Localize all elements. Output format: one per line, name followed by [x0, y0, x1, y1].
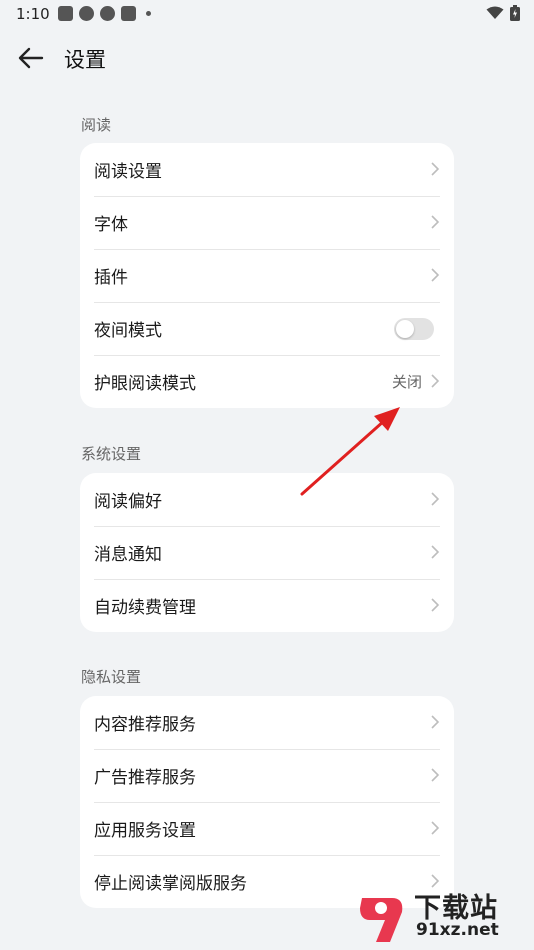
row-label: 插件 [94, 268, 128, 288]
auto-renewal-row[interactable]: 自动续费管理 [80, 579, 454, 632]
night-mode-toggle[interactable] [394, 318, 434, 340]
status-time: 1:10 [16, 5, 50, 23]
row-label: 护眼阅读模式 [94, 374, 196, 394]
chevron-right-icon [431, 715, 440, 729]
row-label: 夜间模式 [94, 321, 162, 341]
chevron-right-icon [431, 821, 440, 835]
notification-app-icon [121, 6, 136, 21]
font-row[interactable]: 字体 [80, 196, 454, 249]
night-mode-row: 夜间模式 [80, 302, 454, 355]
settings-card-privacy: 内容推荐服务 广告推荐服务 应用服务设置 停止阅读掌阅版服务 [80, 696, 454, 908]
notifications-row[interactable]: 消息通知 [80, 526, 454, 579]
notification-icons [58, 6, 151, 21]
row-label: 阅读设置 [94, 162, 162, 182]
site-watermark: 下载站 91xz.net [352, 884, 532, 948]
settings-card-system: 阅读偏好 消息通知 自动续费管理 [80, 473, 454, 632]
chevron-right-icon [431, 215, 440, 229]
row-label: 广告推荐服务 [94, 768, 196, 788]
section-label-system: 系统设置 [81, 445, 142, 463]
chevron-right-icon [431, 545, 440, 559]
chevron-right-icon [431, 598, 440, 612]
page-title: 设置 [64, 48, 106, 72]
app-service-settings-row[interactable]: 应用服务设置 [80, 802, 454, 855]
wifi-icon [486, 6, 504, 19]
settings-card-reading: 阅读设置 字体 插件 夜间模式 护眼阅读模式 关闭 [80, 143, 454, 408]
app-header: 设置 [0, 38, 534, 78]
notification-pinwheel-icon [100, 6, 115, 21]
row-label: 消息通知 [94, 545, 162, 565]
row-label: 字体 [94, 215, 128, 235]
notification-pinwheel-icon [79, 6, 94, 21]
chevron-right-icon [431, 162, 440, 176]
reading-settings-row[interactable]: 阅读设置 [80, 143, 454, 196]
chevron-right-icon [431, 374, 440, 388]
toggle-knob [396, 320, 414, 338]
plugins-row[interactable]: 插件 [80, 249, 454, 302]
watermark-logo-icon [360, 898, 403, 942]
row-label: 应用服务设置 [94, 821, 196, 841]
eye-protection-status: 关闭 [391, 373, 422, 391]
row-label: 阅读偏好 [94, 492, 162, 512]
ad-recommendation-row[interactable]: 广告推荐服务 [80, 749, 454, 802]
content-recommendation-row[interactable]: 内容推荐服务 [80, 696, 454, 749]
reading-preferences-row[interactable]: 阅读偏好 [80, 473, 454, 526]
chevron-right-icon [431, 768, 440, 782]
section-label-reading: 阅读 [81, 116, 112, 134]
row-label: 停止阅读掌阅版服务 [94, 874, 247, 894]
chevron-right-icon [431, 492, 440, 506]
notification-app-icon [58, 6, 73, 21]
more-notifications-dot-icon [146, 11, 151, 16]
system-icons [486, 5, 520, 21]
row-label: 自动续费管理 [94, 598, 196, 618]
back-arrow-icon[interactable] [16, 44, 46, 72]
battery-icon [510, 5, 520, 21]
status-bar: 1:10 [0, 0, 534, 28]
chevron-right-icon [431, 268, 440, 282]
eye-protection-mode-row[interactable]: 护眼阅读模式 关闭 [80, 355, 454, 408]
row-label: 内容推荐服务 [94, 715, 196, 735]
watermark-url: 91xz.net [416, 920, 499, 940]
section-label-privacy: 隐私设置 [81, 668, 142, 686]
